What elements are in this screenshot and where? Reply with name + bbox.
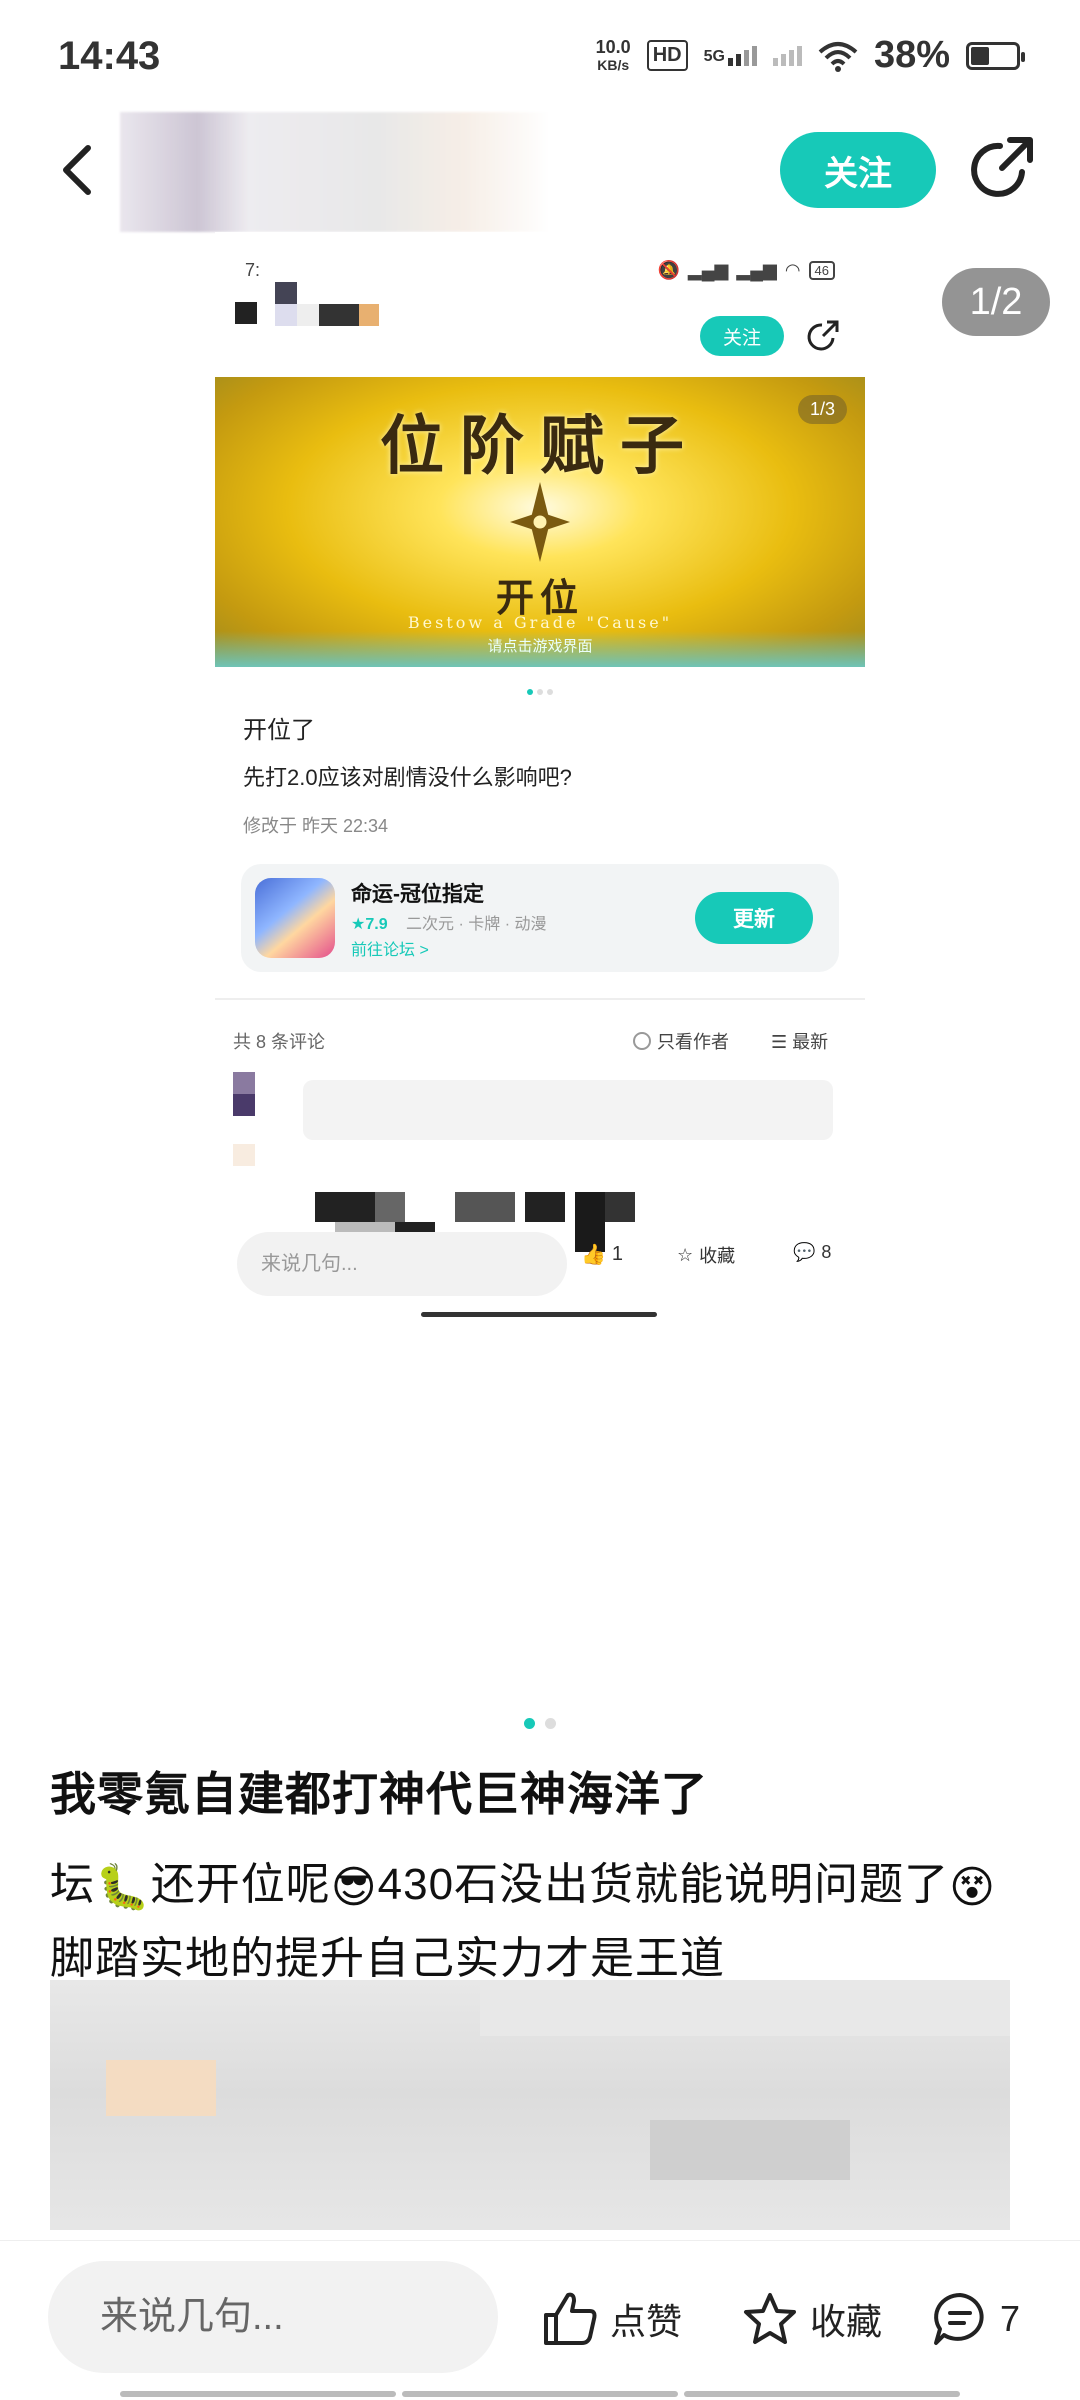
banner-english: Bestow a Grade "Cause" xyxy=(407,613,673,632)
screenshot-image[interactable]: 7: 🔕 ▂▄▆ ▂▄▆ ◠ 46 关注 位阶赋子 1/3 开位 Bestow … xyxy=(215,232,865,1672)
image-carousel[interactable]: 7: 🔕 ▂▄▆ ▂▄▆ ◠ 46 关注 位阶赋子 1/3 开位 Bestow … xyxy=(0,232,1080,1729)
post-title: 我零氪自建都打神代巨神海洋了 xyxy=(50,1768,708,1820)
game-name: 命运-冠位指定 xyxy=(351,883,484,906)
update-button: 更新 xyxy=(695,892,813,944)
signal-2-icon xyxy=(772,45,802,66)
inner-follow-button: 关注 xyxy=(700,316,784,356)
inner-favorite: ☆ 收藏 xyxy=(677,1244,736,1267)
emblem-icon xyxy=(510,482,570,562)
battery-icon: 46 xyxy=(808,261,835,280)
wifi-icon: ◠ xyxy=(784,260,801,280)
game-app-icon xyxy=(255,878,335,958)
thumbs-up-icon xyxy=(544,2292,597,2345)
share-icon[interactable] xyxy=(966,132,1038,204)
sort-icon: ☰ xyxy=(771,1032,788,1052)
dizzy-emoji-icon: 😵 xyxy=(949,1862,996,1912)
game-card: 命运-冠位指定 ★7.9 二次元 · 卡牌 · 动漫 前往论坛 > 更新 xyxy=(241,864,839,972)
inner-comments: 💬 8 xyxy=(793,1242,832,1262)
favorite-button[interactable]: 收藏 xyxy=(740,2289,882,2349)
status-bar: 14:43 10.0 KB/s HD 5G 38% xyxy=(0,0,1080,112)
game-meta: ★7.9 二次元 · 卡牌 · 动漫 xyxy=(351,916,547,933)
inner-post-title: 开位了 xyxy=(243,717,315,744)
post-body-line-1: 坛🐛还开位呢😎430石没出货就能说明问题了😵 xyxy=(50,1860,996,1913)
image-page-indicator: 1/2 xyxy=(942,268,1050,336)
divider xyxy=(215,998,865,1000)
system-nav-strip xyxy=(120,2391,960,2397)
signal-icon: 5G xyxy=(704,45,757,66)
inner-like: 👍 1 xyxy=(581,1243,624,1266)
carousel-dots xyxy=(0,1716,1080,1734)
inner-status-bar: 7: 🔕 ▂▄▆ ▂▄▆ ◠ 46 xyxy=(245,260,835,290)
star-icon xyxy=(744,2293,796,2344)
like-button[interactable]: 点赞 xyxy=(540,2289,682,2349)
signal-2-icon: ▂▄▆ xyxy=(736,260,777,280)
post-body-line-2: 脚踏实地的提升自己实力才是王道 xyxy=(50,1934,725,1983)
signal-icon: ▂▄▆ xyxy=(687,260,729,280)
banner-title: 位阶赋子 xyxy=(380,409,700,484)
status-time: 14:43 xyxy=(58,34,161,78)
inner-comment-input: 来说几句... xyxy=(237,1232,567,1296)
radio-icon xyxy=(633,1032,651,1050)
back-arrow-icon[interactable] xyxy=(50,140,110,200)
inner-page-dots xyxy=(215,682,865,700)
battery-icon xyxy=(966,41,1025,70)
forum-link: 前往论坛 > xyxy=(351,942,429,959)
game-banner: 位阶赋子 1/3 开位 Bestow a Grade "Cause" 请点击游戏… xyxy=(215,377,865,667)
hd-icon: HD xyxy=(646,40,688,71)
banner-counter: 1/3 xyxy=(797,395,847,424)
inner-post-body: 先打2.0应该对剧情没什么影响吧? xyxy=(243,765,572,790)
inner-share-icon xyxy=(807,320,839,351)
mute-icon: 🔕 xyxy=(657,260,680,280)
status-icons: 10.0 KB/s HD 5G 38% xyxy=(595,34,1025,77)
follow-button[interactable]: 关注 xyxy=(780,132,936,208)
banner-hint: 请点击游戏界面 xyxy=(487,638,593,655)
star-icon: ☆ xyxy=(677,1244,694,1265)
sunglasses-emoji-icon: 😎 xyxy=(330,1862,378,1912)
comment-count-label: 共 8 条评论 xyxy=(233,1032,326,1052)
sort-toggle: ☰ 最新 xyxy=(771,1032,829,1052)
bottom-action-bar: 来说几句... 点赞 收藏 7 xyxy=(0,2240,1080,2400)
only-author-toggle: 只看作者 xyxy=(633,1028,729,1054)
pixelated-text-area xyxy=(50,1980,1010,2230)
comment-input[interactable]: 来说几句... xyxy=(48,2261,498,2373)
home-indicator xyxy=(421,1312,657,1317)
caterpillar-emoji-icon: 🐛 xyxy=(95,1863,151,1913)
comment-icon: 💬 xyxy=(793,1242,816,1262)
top-nav: 关注 xyxy=(0,112,1080,232)
thumbs-up-icon: 👍 xyxy=(581,1244,606,1266)
comment-icon xyxy=(934,2293,984,2345)
comments-button[interactable]: 7 xyxy=(930,2289,1020,2349)
network-speed: 10.0 KB/s xyxy=(595,36,631,73)
battery-percent: 38% xyxy=(873,34,950,76)
author-info-blurred[interactable] xyxy=(120,112,550,232)
wifi-icon xyxy=(818,41,858,72)
inner-post-meta: 修改于 昨天 22:34 xyxy=(243,816,389,836)
